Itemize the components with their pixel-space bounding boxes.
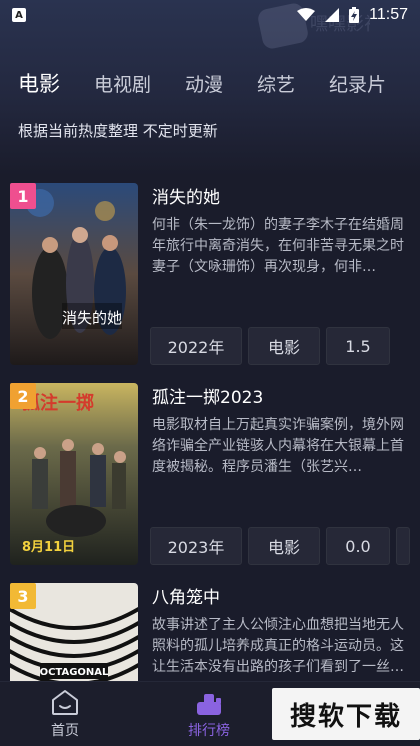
rank-badge: 2 xyxy=(10,383,36,409)
item-title[interactable]: 消失的她 xyxy=(152,183,220,208)
tab-anime[interactable]: 动漫 xyxy=(185,70,223,97)
rank-badge: 3 xyxy=(10,583,36,609)
category-tabs: 电影 电视剧 动漫 综艺 纪录片 xyxy=(18,68,386,98)
item-description: 故事讲述了主人公倾注心血想把当地无人照料的孤儿培养成真正的格斗运动员。这让生活本… xyxy=(152,617,404,675)
battery-charging-icon xyxy=(349,7,360,23)
poster-title-text: OCTAGONAL xyxy=(40,667,109,678)
status-bar: A 11:57 xyxy=(0,0,420,30)
list-item[interactable]: 孤注一掷 8月11日 2 孤注一掷2023 电影取材自上万起真实诈骗案例，境外网… xyxy=(0,375,420,575)
category-chip: 电影 xyxy=(248,527,320,565)
year-chip: 2023年 xyxy=(150,527,242,565)
item-meta: 2022年 电影 1.5 xyxy=(150,327,390,365)
poster-image[interactable]: 消失的她 xyxy=(10,183,138,365)
item-title[interactable]: 孤注一掷2023 xyxy=(152,383,263,408)
nav-ranking[interactable]: 排行榜 xyxy=(188,688,230,740)
ranking-list[interactable]: 消失的她 1 消失的她 何非（朱一龙饰）的妻子李木子在结婚周年旅行中离奇消失，在… xyxy=(0,175,420,681)
extra-chip xyxy=(396,527,410,565)
item-meta: 2023年 电影 0.0 xyxy=(150,527,410,565)
list-item[interactable]: OCTAGONAL 3 八角笼中 故事讲述了主人公倾注心血想把当地无人照料的孤儿… xyxy=(0,575,420,681)
tab-documentary[interactable]: 纪录片 xyxy=(329,70,386,97)
watermark-logo: 搜软下载 xyxy=(272,688,420,740)
score-chip: 0.0 xyxy=(326,527,390,565)
signal-icon xyxy=(325,8,340,22)
rank-badge: 1 xyxy=(10,183,36,209)
item-title[interactable]: 八角笼中 xyxy=(152,583,220,608)
poster-image[interactable]: 孤注一掷 8月11日 xyxy=(10,383,138,565)
list-item[interactable]: 消失的她 1 消失的她 何非（朱一龙饰）的妻子李木子在结婚周年旅行中离奇消失，在… xyxy=(0,175,420,375)
tab-movie[interactable]: 电影 xyxy=(18,68,60,98)
poster-date-text: 8月11日 xyxy=(22,540,75,555)
nav-ranking-label: 排行榜 xyxy=(188,723,230,739)
tab-variety[interactable]: 综艺 xyxy=(257,70,295,97)
year-chip: 2022年 xyxy=(150,327,242,365)
score-chip: 1.5 xyxy=(326,327,390,365)
tab-tv-series[interactable]: 电视剧 xyxy=(94,70,151,97)
app-notification-icon: A xyxy=(12,8,26,22)
status-time: 11:57 xyxy=(369,6,408,23)
poster-title-text: 消失的她 xyxy=(62,309,122,327)
item-description: 何非（朱一龙饰）的妻子李木子在结婚周年旅行中离奇消失，在何非苦寻无果之时妻子（文… xyxy=(152,217,404,275)
wifi-icon xyxy=(297,8,316,21)
home-icon xyxy=(52,690,78,715)
ranking-icon xyxy=(197,694,221,715)
ranking-subtitle: 根据当前热度整理 不定时更新 xyxy=(18,122,218,140)
category-chip: 电影 xyxy=(248,327,320,365)
item-description: 电影取材自上万起真实诈骗案例，境外网络诈骗全产业链骇人内幕将在大银幕上首度被揭秘… xyxy=(152,417,404,475)
nav-home-label: 首页 xyxy=(51,723,79,739)
nav-home[interactable]: 首页 xyxy=(50,688,80,740)
